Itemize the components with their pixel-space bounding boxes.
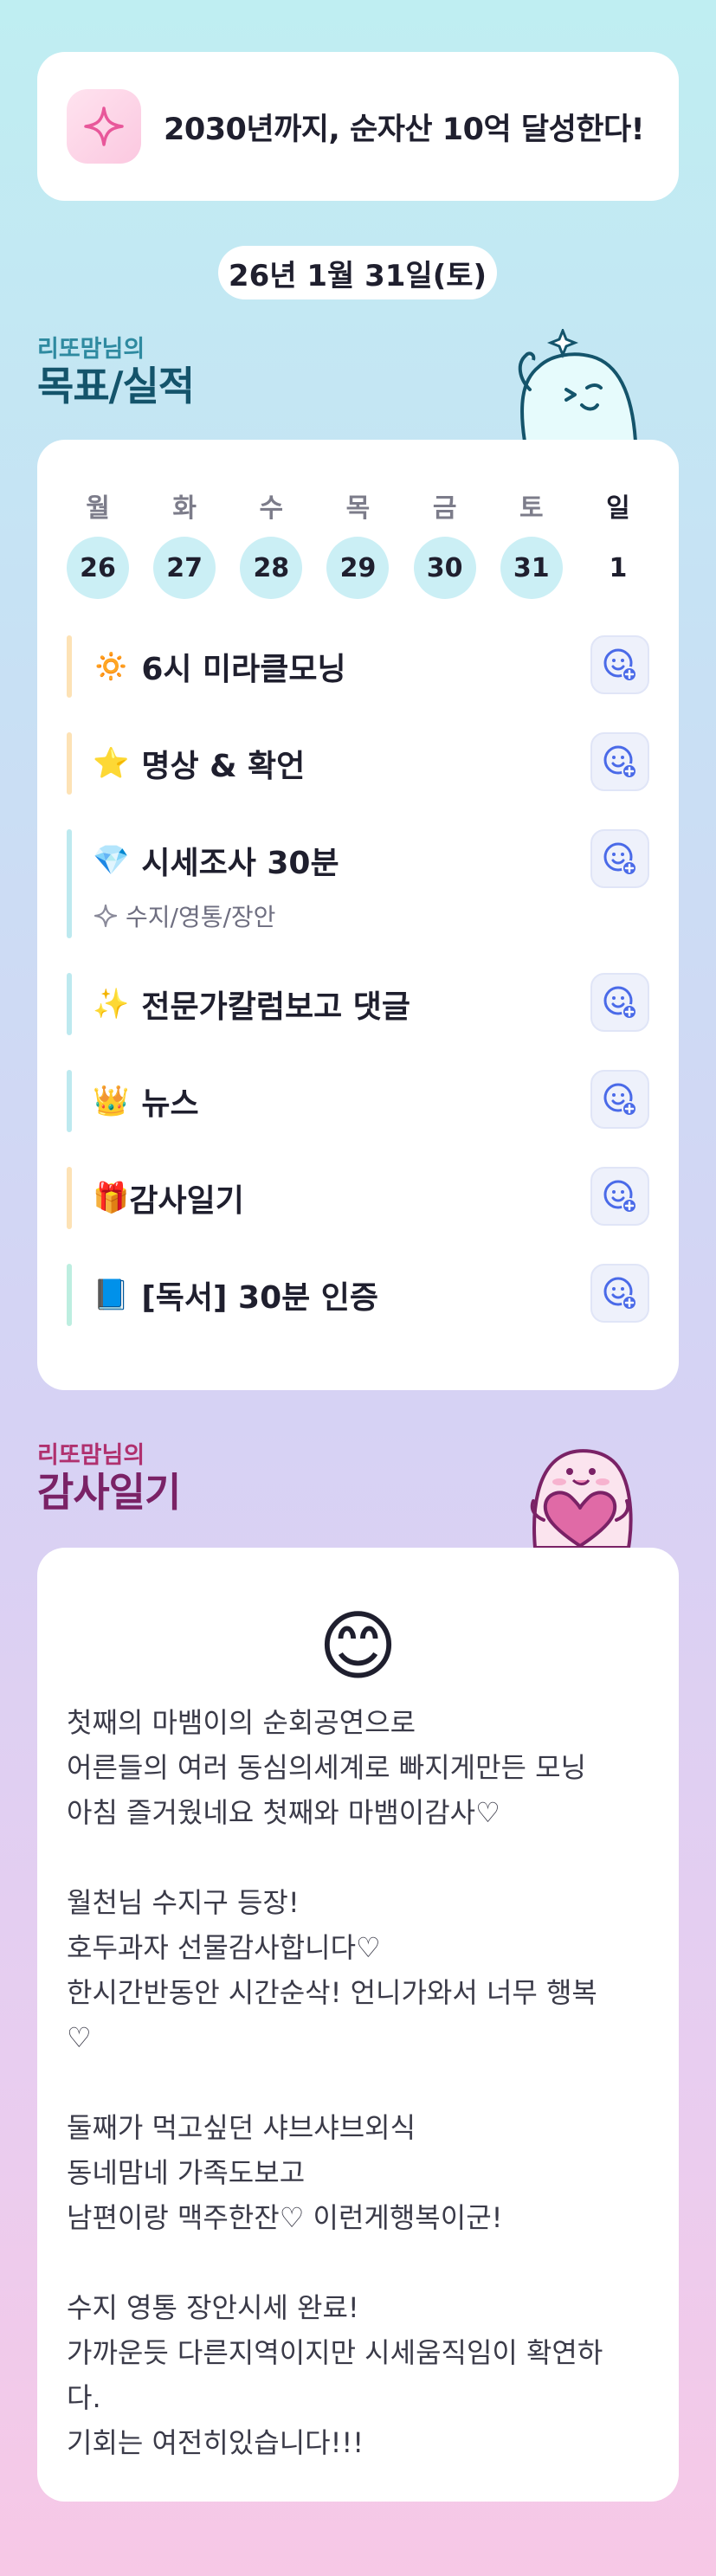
day-name: 목 xyxy=(345,493,371,524)
smile-check-icon[interactable] xyxy=(590,635,649,694)
day-name: 수 xyxy=(259,493,284,524)
smile-check-icon[interactable] xyxy=(590,1167,649,1226)
sun-icon: 🔅 xyxy=(93,649,130,684)
day-mon[interactable]: 월 26 xyxy=(67,486,129,599)
goal-text: 2030년까지, 순자산 10억 달성한다! xyxy=(164,112,645,147)
day-thu[interactable]: 목 29 xyxy=(326,486,390,599)
smile-check-icon[interactable] xyxy=(590,732,649,791)
day-number: 27 xyxy=(153,537,216,599)
day-wed[interactable]: 수 28 xyxy=(240,486,303,599)
task-label: [독서] 30분 인증 xyxy=(141,1280,379,1316)
day-number: 29 xyxy=(326,537,390,599)
schedule-title: 목표/실적 xyxy=(37,363,195,409)
schedule-card: 월 26 화 27 수 28 목 29 금 30 토 31 일 1 🔅 6시 미라 xyxy=(37,440,679,1390)
day-number: 28 xyxy=(240,537,303,599)
diary-subtitle: 리또맘님의 xyxy=(37,1442,145,1469)
day-tue[interactable]: 화 27 xyxy=(153,486,216,599)
sparkle-icon xyxy=(67,89,141,164)
task-item: 👑 뉴스 xyxy=(67,1070,649,1132)
schedule-subtitle: 리또맘님의 xyxy=(37,336,145,363)
diary-text: 첫째의 마뱀이의 순회공연으로 어른들의 여러 동심의세계로 빠지게만든 모닝 … xyxy=(67,1706,603,2459)
smile-check-icon[interactable] xyxy=(590,973,649,1032)
gem-icon: 💎 xyxy=(93,843,130,878)
smile-check-icon[interactable] xyxy=(590,829,649,888)
task-label: 명상 & 확언 xyxy=(141,749,306,784)
day-name: 토 xyxy=(519,493,544,524)
task-bar xyxy=(67,1167,72,1229)
ghost-mascot-icon xyxy=(513,326,642,445)
day-number: 1 xyxy=(609,552,628,583)
star-icon: ⭐ xyxy=(93,746,130,781)
day-number: 26 xyxy=(67,537,129,599)
sparkles-icon: ✨ xyxy=(93,987,130,1021)
task-bar xyxy=(67,973,72,1035)
gift-icon: 🎁 xyxy=(93,1181,130,1215)
day-name: 월 xyxy=(86,493,110,524)
day-number: 30 xyxy=(413,537,476,599)
goal-banner: 2030년까지, 순자산 10억 달성한다! xyxy=(37,52,679,201)
sparkle-small-icon xyxy=(94,904,118,928)
task-sub-label: 수지/영통/장안 xyxy=(126,903,276,931)
week-row: 월 26 화 27 수 28 목 29 금 30 토 31 일 1 xyxy=(67,486,649,599)
diary-card: 😊 첫째의 마뱀이의 순회공연으로 어른들의 여러 동심의세계로 빠지게만든 모… xyxy=(37,1548,679,2502)
smile-check-icon[interactable] xyxy=(590,1264,649,1323)
diary-title: 감사일기 xyxy=(37,1469,181,1516)
schedule-heading: 리또맘님의 목표/실적 xyxy=(37,336,195,409)
day-fri[interactable]: 금 30 xyxy=(413,486,476,599)
day-name: 화 xyxy=(172,493,197,524)
task-item: ✨ 전문가칼럼보고 댓글 xyxy=(67,973,649,1035)
task-bar xyxy=(67,635,72,698)
task-bar xyxy=(67,829,72,938)
task-label: 감사일기 xyxy=(129,1183,244,1219)
day-sun[interactable]: 일 1 xyxy=(587,486,649,599)
day-name: 금 xyxy=(432,493,457,524)
task-item: 🎁 감사일기 xyxy=(67,1167,649,1229)
smile-check-icon[interactable] xyxy=(590,1070,649,1129)
book-icon: 📘 xyxy=(93,1278,130,1312)
task-bar xyxy=(67,1264,72,1326)
crown-icon: 👑 xyxy=(93,1084,130,1118)
task-label: 시세조사 30분 xyxy=(141,846,339,881)
task-item: 💎 시세조사 30분 수지/영통/장안 xyxy=(67,829,649,938)
task-sub: 수지/영통/장안 xyxy=(93,898,275,933)
day-number: 31 xyxy=(500,537,563,599)
task-item: 🔅 6시 미라클모닝 xyxy=(67,635,649,698)
task-label: 전문가칼럼보고 댓글 xyxy=(141,989,410,1025)
task-label: 6시 미라클모닝 xyxy=(141,652,346,687)
task-label: 뉴스 xyxy=(141,1086,199,1122)
task-item: 📘 [독서] 30분 인증 xyxy=(67,1264,649,1326)
heart-mascot-icon xyxy=(509,1437,651,1551)
smiling-face-icon: 😊 xyxy=(318,1601,398,1690)
day-sat[interactable]: 토 31 xyxy=(500,486,563,599)
task-item: ⭐ 명상 & 확언 xyxy=(67,732,649,795)
date-label: 26년 1월 31일(토) xyxy=(218,246,497,299)
diary-heading: 리또맘님의 감사일기 xyxy=(37,1442,181,1516)
day-name: 일 xyxy=(606,493,630,524)
task-bar xyxy=(67,732,72,795)
task-bar xyxy=(67,1070,72,1132)
